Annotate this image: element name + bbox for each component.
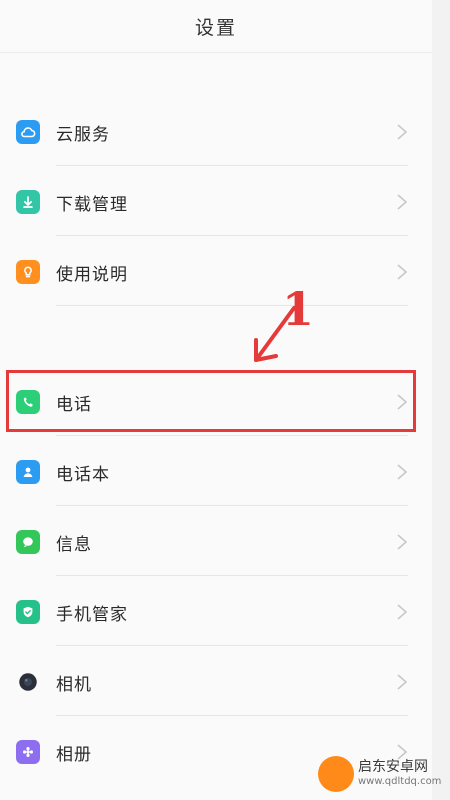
download-icon	[16, 190, 40, 214]
watermark-title: 启东安卓网	[358, 759, 428, 775]
lightbulb-icon	[16, 260, 40, 284]
settings-item-cloud-service[interactable]: 云服务	[0, 98, 432, 166]
settings-item-messages[interactable]: 信息	[0, 508, 432, 576]
divider	[56, 575, 408, 576]
annotation-number: 1	[282, 282, 315, 336]
chevron-right-icon	[397, 534, 408, 550]
cloud-icon	[16, 120, 40, 144]
chevron-right-icon	[397, 604, 408, 620]
watermark-url: www.qdltdq.com	[358, 776, 442, 787]
watermark: 启东安卓网 www.qdltdq.com	[318, 752, 448, 798]
settings-item-label: 下载管理	[56, 194, 128, 215]
chevron-right-icon	[397, 124, 408, 140]
settings-item-label: 信息	[56, 534, 92, 555]
settings-item-contacts[interactable]: 电话本	[0, 438, 432, 506]
divider	[56, 165, 408, 166]
shield-icon	[16, 600, 40, 624]
contact-icon	[16, 460, 40, 484]
divider	[56, 435, 408, 436]
chevron-right-icon	[397, 464, 408, 480]
flower-icon	[16, 740, 40, 764]
divider	[56, 715, 408, 716]
scroll-gutter	[432, 0, 450, 800]
watermark-logo-icon	[318, 756, 354, 792]
message-icon	[16, 530, 40, 554]
highlight-box-phone	[6, 370, 416, 432]
settings-item-label: 电话本	[56, 464, 110, 485]
chevron-right-icon	[397, 264, 408, 280]
camera-icon	[16, 670, 40, 694]
settings-item-label: 相册	[56, 744, 92, 765]
settings-item-label: 相机	[56, 674, 92, 695]
chevron-right-icon	[397, 674, 408, 690]
divider	[56, 305, 408, 306]
settings-item-label: 手机管家	[56, 604, 128, 625]
divider	[56, 235, 408, 236]
divider	[56, 645, 408, 646]
settings-item-user-guide[interactable]: 使用说明	[0, 238, 432, 306]
settings-item-label: 使用说明	[56, 264, 128, 285]
settings-screen: 设置 云服务 下载管理 使用说明 电话 电话本 信息 手机管家 相机 相册 1	[0, 0, 432, 800]
settings-item-label: 云服务	[56, 124, 110, 145]
settings-item-camera[interactable]: 相机	[0, 648, 432, 716]
settings-item-phone-manager[interactable]: 手机管家	[0, 578, 432, 646]
page-title: 设置	[0, 0, 432, 53]
settings-item-download-manager[interactable]: 下载管理	[0, 168, 432, 236]
chevron-right-icon	[397, 194, 408, 210]
divider	[56, 505, 408, 506]
